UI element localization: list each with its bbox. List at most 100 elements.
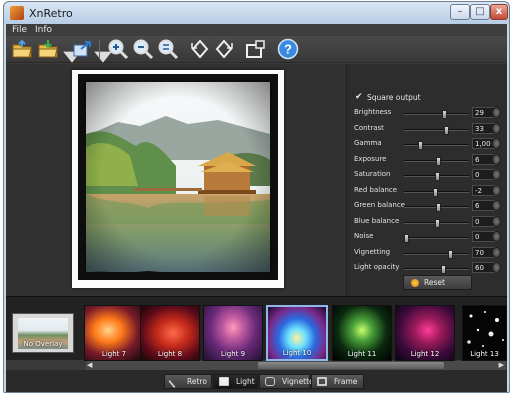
rotate-left-icon[interactable] — [189, 38, 211, 60]
tab-retro[interactable]: Retro — [164, 374, 212, 389]
overlay-thumbnail[interactable]: Light 11 — [332, 305, 392, 361]
slider-track[interactable] — [404, 187, 469, 197]
zoom-in-icon[interactable] — [107, 38, 129, 60]
slider-track[interactable] — [404, 265, 469, 274]
app-window: XnRetro – □ x File Info ? ✔ Square outpu… — [3, 1, 510, 393]
tab-frame[interactable]: Frame — [311, 374, 364, 389]
spin-knob-icon[interactable] — [492, 184, 501, 196]
slider-track[interactable] — [404, 110, 469, 119]
spin-knob-icon[interactable] — [492, 231, 501, 242]
overlay-thumbnail-selected[interactable]: Light 10 — [266, 305, 328, 361]
menu-info[interactable]: Info — [35, 24, 52, 36]
overlay-thumbnail[interactable]: Light 12 — [395, 305, 455, 361]
rotate-right-icon[interactable] — [213, 38, 235, 60]
slider-label: Brightness — [354, 108, 392, 116]
spin-knob-icon[interactable] — [492, 215, 501, 227]
thumbnail-label: Light 13 — [470, 350, 499, 358]
thumbnail-label: No Overlay — [23, 340, 63, 348]
slider-track[interactable] — [404, 141, 469, 150]
slider-row: Light opacity 60 — [347, 261, 508, 275]
share-icon[interactable] — [244, 38, 266, 60]
zoom-out-icon[interactable] — [132, 38, 154, 60]
slider-row: Blue balance 0 — [347, 215, 508, 229]
toolbar-separator — [99, 40, 100, 58]
slider-row: Green balance 6 — [347, 199, 508, 213]
menu-file[interactable]: File — [12, 24, 27, 36]
spin-knob-icon[interactable] — [492, 107, 501, 118]
slider-thumb[interactable] — [441, 265, 446, 274]
thumbnail-label: Light 12 — [410, 350, 440, 358]
overlay-thumbnail[interactable]: Light 9 — [203, 305, 263, 361]
title-bar[interactable]: XnRetro – □ x — [4, 2, 509, 24]
spin-knob-icon[interactable] — [492, 262, 501, 273]
slider-row: Exposure 6 — [347, 153, 508, 167]
settings-panel: ✔ Square output Brightness 29 Contrast 33 Ga… — [346, 64, 507, 296]
reset-icon — [411, 279, 419, 287]
slider-thumb[interactable] — [436, 203, 442, 212]
slider-thumb[interactable] — [434, 218, 440, 228]
thumbnail-label: Light 10 — [282, 349, 312, 357]
scrollbar-thumb[interactable] — [258, 362, 444, 369]
slider-thumb[interactable] — [442, 110, 448, 119]
spin-knob-icon[interactable] — [492, 200, 501, 211]
tab-light[interactable]: Light — [213, 374, 258, 389]
slider-track[interactable] — [403, 234, 469, 243]
slider-track[interactable] — [404, 172, 469, 181]
tab-vignette[interactable]: Vignette — [259, 374, 314, 389]
preview-area — [6, 64, 346, 296]
slider-label: Contrast — [354, 123, 384, 132]
overlay-thumbnail[interactable]: Light 8 — [140, 305, 200, 361]
slider-thumb[interactable] — [434, 172, 440, 181]
slider-thumb[interactable] — [403, 234, 409, 243]
frame-icon — [317, 377, 327, 386]
slider-track[interactable] — [404, 125, 469, 135]
slider-label: Red balance — [354, 185, 398, 194]
app-logo-icon — [10, 6, 24, 20]
help-icon[interactable]: ? — [277, 38, 299, 60]
slider-track[interactable] — [404, 218, 469, 228]
slider-track[interactable] — [404, 249, 469, 259]
slider-thumb[interactable] — [418, 141, 424, 150]
square-output-label: Square output — [367, 93, 421, 102]
tab-label: Frame — [334, 377, 358, 386]
maximize-button[interactable]: □ — [470, 4, 490, 20]
slider-row: Vignetting 70 — [347, 246, 508, 260]
overlay-thumbnail[interactable]: Light 7 — [84, 305, 144, 361]
thumbnail-label: Light 8 — [157, 350, 183, 358]
zoom-fit-icon[interactable] — [157, 38, 179, 60]
spin-knob-icon[interactable] — [492, 153, 501, 165]
slider-row: Brightness 29 — [347, 106, 508, 120]
slider-thumb[interactable] — [443, 125, 449, 135]
slider-label: Gamma — [354, 139, 382, 147]
slider-track[interactable] — [404, 156, 469, 166]
slider-thumb[interactable] — [436, 156, 442, 166]
spin-knob-icon[interactable] — [492, 122, 501, 134]
overlay-thumbnail[interactable]: Light 13 — [462, 305, 507, 361]
square-output-checkbox[interactable]: ✔ — [355, 92, 363, 102]
tab-label: Light — [236, 377, 255, 386]
thumbnail-label: Light 9 — [220, 350, 246, 358]
slider-track[interactable] — [404, 203, 469, 212]
save-folder-icon[interactable] — [37, 38, 59, 60]
open-folder-icon[interactable] — [11, 38, 33, 60]
thumbnail-label: Light 11 — [347, 350, 377, 358]
spin-knob-icon[interactable] — [492, 246, 501, 258]
minimize-button[interactable]: – — [450, 4, 470, 20]
close-button[interactable]: x — [490, 4, 508, 20]
export-icon[interactable] — [71, 38, 93, 60]
spin-knob-icon[interactable] — [492, 169, 501, 180]
filmstrip-scrollbar[interactable]: ◀ ▶ — [86, 361, 506, 370]
slider-label: Green balance — [354, 201, 405, 209]
spin-knob-icon[interactable] — [492, 138, 501, 149]
scroll-left-arrow-icon[interactable]: ◀ — [87, 361, 92, 370]
slider-row: Red balance -2 — [347, 184, 508, 198]
slider-row: Contrast 33 — [347, 122, 508, 136]
reset-button[interactable]: Reset — [403, 275, 472, 290]
slider-label: Saturation — [354, 170, 391, 178]
menu-bar: File Info — [6, 24, 507, 36]
slider-label: Exposure — [354, 154, 387, 163]
overlay-thumbnail[interactable]: No Overlay — [12, 313, 74, 353]
slider-thumb[interactable] — [433, 187, 439, 197]
scroll-right-arrow-icon[interactable]: ▶ — [499, 361, 504, 370]
slider-thumb[interactable] — [447, 249, 453, 259]
